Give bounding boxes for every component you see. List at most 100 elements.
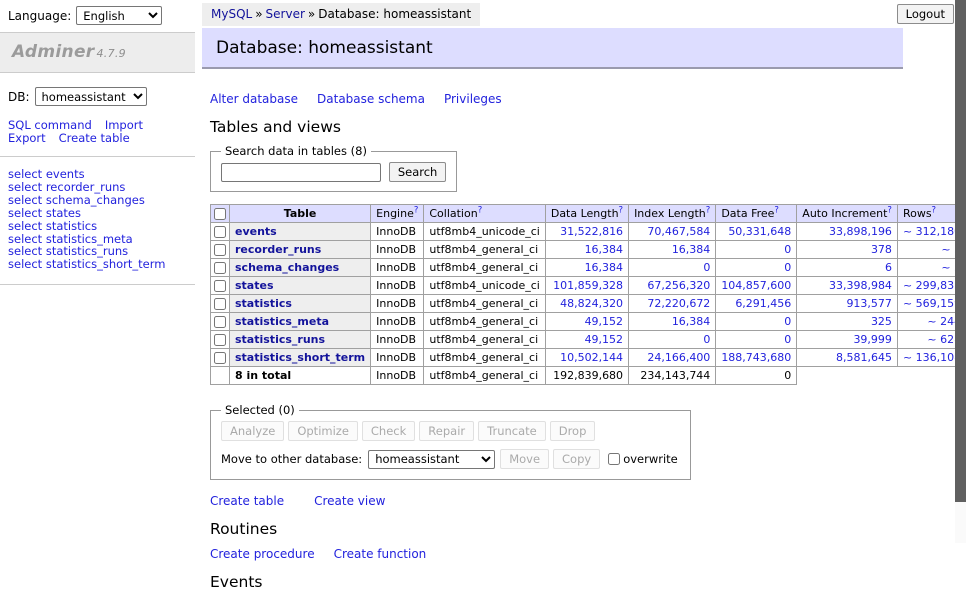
create-view-link[interactable]: Create view [314,494,385,508]
row-checkbox[interactable] [214,262,226,274]
index-length-link[interactable]: 72,220,672 [647,297,710,310]
index-length-link[interactable]: 0 [703,333,710,346]
sidebar-table-link[interactable]: select recorder_runs [8,181,187,194]
bulk-action-button[interactable]: Repair [419,421,474,441]
help-link[interactable]: ? [706,205,711,215]
data-free-link[interactable]: 6,291,456 [735,297,791,310]
vertical-scrollbar[interactable] [955,0,966,543]
breadcrumb-mysql-link[interactable]: MySQL [211,7,252,21]
data-free-link[interactable]: 0 [784,243,791,256]
row-checkbox[interactable] [214,352,226,364]
help-link[interactable]: ? [478,205,483,215]
data-free-link[interactable]: 0 [784,315,791,328]
index-length-link[interactable]: 0 [703,261,710,274]
row-checkbox[interactable] [214,298,226,310]
total-collation-cell: utf8mb4_general_ci [424,367,545,385]
help-link[interactable]: ? [887,205,892,215]
row-checkbox[interactable] [214,316,226,328]
table-name-link[interactable]: statistics [235,297,292,310]
overwrite-checkbox[interactable] [608,453,620,465]
index-length-link[interactable]: 16,384 [672,243,711,256]
data-free-link[interactable]: 188,743,680 [721,351,791,364]
select-all-checkbox[interactable] [214,208,226,220]
move-database-select[interactable]: homeassistant [368,450,495,469]
create-table-link-sidebar[interactable]: Create table [59,131,130,145]
db-action-link[interactable]: Database schema [317,92,425,106]
data-free-link[interactable]: 50,331,648 [728,225,791,238]
data-length-cell: 10,502,144 [545,349,628,367]
rows-count-link[interactable]: ~ 569,159 [903,297,961,310]
create-procedure-link[interactable]: Create procedure [210,547,315,561]
data-length-link[interactable]: 10,502,144 [560,351,623,364]
sidebar-table-link[interactable]: select statistics_short_term [8,258,187,271]
sidebar-table-link[interactable]: select states [8,207,187,220]
data-free-link[interactable]: 104,857,600 [721,279,791,292]
export-link[interactable]: Export [8,131,46,145]
data-length-link[interactable]: 31,522,816 [560,225,623,238]
help-link[interactable]: ? [774,205,779,215]
move-button[interactable]: Move [500,449,549,469]
auto-increment-link[interactable]: 8,581,645 [836,351,892,364]
auto-increment-link[interactable]: 913,577 [846,297,892,310]
data-free-link[interactable]: 0 [784,333,791,346]
search-button[interactable]: Search [389,162,447,182]
table-name-link[interactable]: statistics_runs [235,333,325,346]
logout-button[interactable]: Logout [897,4,954,24]
help-link[interactable]: ? [619,205,624,215]
data-length-link[interactable]: 48,824,320 [560,297,623,310]
create-table-link[interactable]: Create table [210,494,284,508]
row-checkbox[interactable] [214,280,226,292]
sidebar: Language:English Adminer4.7.9 DB:homeass… [0,0,195,543]
row-checkbox[interactable] [214,226,226,238]
data-length-link[interactable]: 101,859,328 [553,279,623,292]
help-link[interactable]: ? [414,205,419,215]
language-select[interactable]: English [76,6,162,25]
auto-increment-link[interactable]: 33,398,984 [829,279,892,292]
auto-increment-cell: 325 [797,313,898,331]
bulk-action-button[interactable]: Drop [550,421,596,441]
auto-increment-link[interactable]: 378 [871,243,892,256]
bulk-action-button[interactable]: Analyze [221,421,284,441]
auto-increment-link[interactable]: 325 [871,315,892,328]
auto-increment-link[interactable]: 33,898,196 [829,225,892,238]
data-length-link[interactable]: 16,384 [585,243,624,256]
row-checkbox[interactable] [214,244,226,256]
data-length-link[interactable]: 16,384 [585,261,624,274]
db-action-link[interactable]: Alter database [210,92,298,106]
help-link[interactable]: ? [932,205,937,215]
auto-increment-link[interactable]: 39,999 [853,333,892,346]
index-length-link[interactable]: 70,467,584 [647,225,710,238]
table-name-link[interactable]: statistics_meta [235,315,329,328]
table-name-link[interactable]: events [235,225,277,238]
table-name-link[interactable]: statistics_short_term [235,351,365,364]
sql-command-link[interactable]: SQL command [8,118,92,132]
table-name-link[interactable]: recorder_runs [235,243,321,256]
sidebar-table-link[interactable]: select events [8,168,187,181]
index-length-link[interactable]: 67,256,320 [647,279,710,292]
bulk-action-button[interactable]: Check [362,421,415,441]
index-length-link[interactable]: 24,166,400 [647,351,710,364]
row-checkbox[interactable] [214,334,226,346]
data-length-link[interactable]: 49,152 [585,333,624,346]
breadcrumb-server-link[interactable]: Server [266,7,305,21]
import-link[interactable]: Import [105,118,143,132]
sidebar-table-link[interactable]: select statistics [8,220,187,233]
bulk-action-button[interactable]: Optimize [288,421,358,441]
search-input[interactable] [221,163,381,182]
bulk-action-button[interactable]: Truncate [478,421,546,441]
copy-button[interactable]: Copy [553,449,600,469]
data-length-link[interactable]: 49,152 [585,315,624,328]
scrollbar-thumb[interactable] [955,0,966,502]
rows-count-link[interactable]: ~ 136,108 [903,351,961,364]
sidebar-table-link[interactable]: select schema_changes [8,194,187,207]
index-length-link[interactable]: 16,384 [672,315,711,328]
table-name-link[interactable]: states [235,279,274,292]
auto-increment-link[interactable]: 6 [885,261,892,274]
db-action-link[interactable]: Privileges [444,92,502,106]
rows-count-link[interactable]: ~ 299,833 [903,279,961,292]
rows-count-link[interactable]: ~ 312,180 [903,225,961,238]
data-free-link[interactable]: 0 [784,261,791,274]
table-name-link[interactable]: schema_changes [235,261,339,274]
create-function-link[interactable]: Create function [334,547,427,561]
db-select[interactable]: homeassistant [35,87,147,106]
